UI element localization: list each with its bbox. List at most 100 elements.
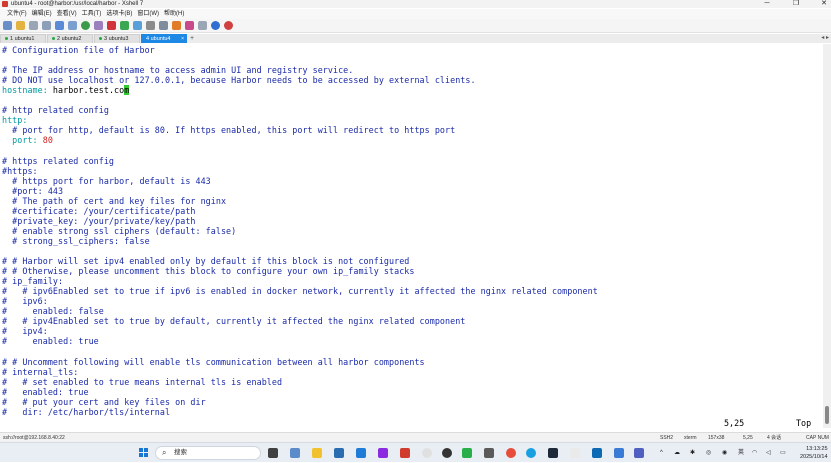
- tray-app-icon[interactable]: ◎: [706, 443, 711, 463]
- chrome-icon[interactable]: [506, 448, 516, 458]
- minimize-button[interactable]: ─: [760, 0, 774, 8]
- scrollbar-thumb[interactable]: [825, 406, 829, 424]
- clock-date: 2025/10/14: [800, 454, 828, 460]
- settings-app-icon[interactable]: [290, 448, 300, 458]
- terminal-line: # # ipv4Enabled set to true by default, …: [2, 316, 466, 327]
- terminal-line: # ipv6:: [2, 296, 48, 307]
- close-tab-icon[interactable]: ×: [181, 35, 184, 43]
- menu-edit[interactable]: 编辑(E): [32, 9, 52, 19]
- tray-app-icon-2[interactable]: ◉: [722, 443, 727, 463]
- highlight-icon[interactable]: [185, 21, 194, 30]
- windows-start-icon[interactable]: [139, 448, 149, 458]
- new-session-icon[interactable]: [3, 21, 12, 30]
- tab-label: 2 ubuntu2: [57, 36, 82, 42]
- tab-ubuntu1[interactable]: 1 ubuntu1: [0, 34, 46, 43]
- menu-tools[interactable]: 工具(T): [82, 9, 102, 19]
- edge-browser-icon[interactable]: [334, 448, 344, 458]
- volume-icon[interactable]: ◁: [766, 443, 771, 463]
- close-button[interactable]: ✕: [817, 0, 831, 8]
- terminal-line: http:: [2, 115, 28, 126]
- taskbar-search-box[interactable]: ⌕ 搜索: [155, 446, 261, 460]
- terminal-line: # The path of cert and key files for ngi…: [2, 195, 227, 206]
- connected-dot-icon: [52, 37, 55, 41]
- taskbar-clock[interactable]: 13:13:25 2025/10/14: [800, 445, 828, 461]
- file-explorer-icon[interactable]: [312, 448, 322, 458]
- terminal-line: # port for http, default is 80. If https…: [2, 125, 456, 136]
- app-icon-d[interactable]: [570, 448, 580, 458]
- menu-help[interactable]: 帮助(H): [164, 9, 184, 19]
- terminal-line: # The IP address or hostname to access a…: [2, 65, 354, 76]
- tab-label: 4 ubuntu4: [146, 36, 171, 42]
- layout-icon[interactable]: [198, 21, 207, 30]
- lock-icon[interactable]: [146, 21, 155, 30]
- terminal-line: # enabled: true: [2, 386, 89, 397]
- title-bar: ubuntu4 - root@harbor:/usr/local/harbor …: [0, 0, 831, 8]
- menu-window[interactable]: 窗口(W): [137, 9, 159, 19]
- terminal-app-icon[interactable]: [548, 448, 558, 458]
- terminal-cursor: m: [124, 85, 130, 96]
- app-icon-e[interactable]: [592, 448, 602, 458]
- xshell-task-icon[interactable]: [400, 448, 410, 458]
- app-icon-a[interactable]: [422, 448, 432, 458]
- menu-view[interactable]: 查看(V): [57, 9, 77, 19]
- find-icon[interactable]: [68, 21, 77, 30]
- wifi-icon[interactable]: ◠: [752, 443, 757, 463]
- open-folder-icon[interactable]: [16, 21, 25, 30]
- edge-icon[interactable]: [526, 448, 536, 458]
- yaml-key: hostname:: [2, 85, 48, 96]
- search-icon: ⌕: [162, 448, 167, 457]
- terminal-line: # # ipv6Enabled set to true if ipv6 is e…: [2, 286, 598, 297]
- tray-bluetooth-icon[interactable]: ✱: [690, 443, 695, 463]
- terminal-line: # internal_tls:: [2, 366, 79, 377]
- tray-cloud-icon[interactable]: ☁: [674, 443, 680, 463]
- terminal-line: #https:: [2, 165, 38, 176]
- maximize-button[interactable]: ❐: [789, 0, 803, 8]
- terminal-output[interactable]: # Configuration file of Harbor # The IP a…: [0, 44, 823, 428]
- terminal-line: # enabled: true: [2, 336, 99, 347]
- xshell-window: ubuntu4 - root@harbor:/usr/local/harbor …: [0, 0, 831, 462]
- app-icon-c[interactable]: [484, 448, 494, 458]
- terminal-line: # # Harbor will set ipv4 enabled only by…: [2, 256, 410, 267]
- tray-chevron-icon[interactable]: ^: [660, 443, 663, 463]
- app-icon-b[interactable]: [442, 448, 452, 458]
- tab-nav-arrows-icon[interactable]: ◂ ▸: [821, 34, 829, 43]
- wechat-icon[interactable]: [462, 448, 472, 458]
- reconnect-icon[interactable]: [29, 21, 38, 30]
- font-icon[interactable]: [94, 21, 103, 30]
- tab-label: 1 ubuntu1: [10, 36, 35, 42]
- script-icon[interactable]: [172, 21, 181, 30]
- tab-ubuntu2[interactable]: 2 ubuntu2: [47, 34, 93, 43]
- keyboard-icon[interactable]: [159, 21, 168, 30]
- transfer-icon[interactable]: [120, 21, 129, 30]
- fullscreen-icon[interactable]: [133, 21, 142, 30]
- tab-ubuntu3[interactable]: 3 ubuntu3: [94, 34, 140, 43]
- globe-icon[interactable]: [81, 21, 90, 30]
- copy-icon[interactable]: [55, 21, 64, 30]
- terminal-line: # Configuration file of Harbor: [2, 45, 155, 55]
- menu-file[interactable]: 文件(F): [7, 9, 27, 19]
- xftp-icon[interactable]: [107, 21, 116, 30]
- vim-cursor-position: 5,25: [724, 418, 745, 428]
- add-tab-button[interactable]: +: [188, 34, 196, 43]
- battery-icon[interactable]: ▭: [780, 443, 786, 463]
- vscode-icon[interactable]: [356, 448, 366, 458]
- app-icon-f[interactable]: [614, 448, 624, 458]
- task-view-icon[interactable]: [268, 448, 278, 458]
- terminal-line: # ip_family:: [2, 276, 64, 287]
- terminal-line: # # Uncomment following will enable tls …: [2, 356, 425, 367]
- menu-tab[interactable]: 选项卡(B): [106, 9, 132, 19]
- stop-icon[interactable]: [224, 21, 233, 30]
- windows-taskbar: ⌕ 搜索 ^ ☁ ✱ ◎ ◉ 英 ◠ ◁ ▭ 13:13:25 2025/10/…: [0, 442, 831, 462]
- terminal-scrollbar[interactable]: [823, 44, 831, 428]
- visual-studio-icon[interactable]: [378, 448, 388, 458]
- tab-ubuntu4[interactable]: 4 ubuntu4 ×: [141, 34, 187, 43]
- app-icon-g[interactable]: [634, 448, 644, 458]
- help-icon[interactable]: [211, 21, 220, 30]
- connected-dot-icon: [5, 37, 8, 41]
- menu-bar: 文件(F) 编辑(E) 查看(V) 工具(T) 选项卡(B) 窗口(W) 帮助(…: [0, 9, 831, 19]
- terminal-line: # enable strong ssl ciphers (default: fa…: [2, 225, 237, 236]
- terminal-line: port: 80: [2, 135, 53, 145]
- input-language[interactable]: 英: [738, 443, 744, 463]
- terminal-line: # # put your cert and key files on dir: [2, 396, 206, 407]
- properties-icon[interactable]: [42, 21, 51, 30]
